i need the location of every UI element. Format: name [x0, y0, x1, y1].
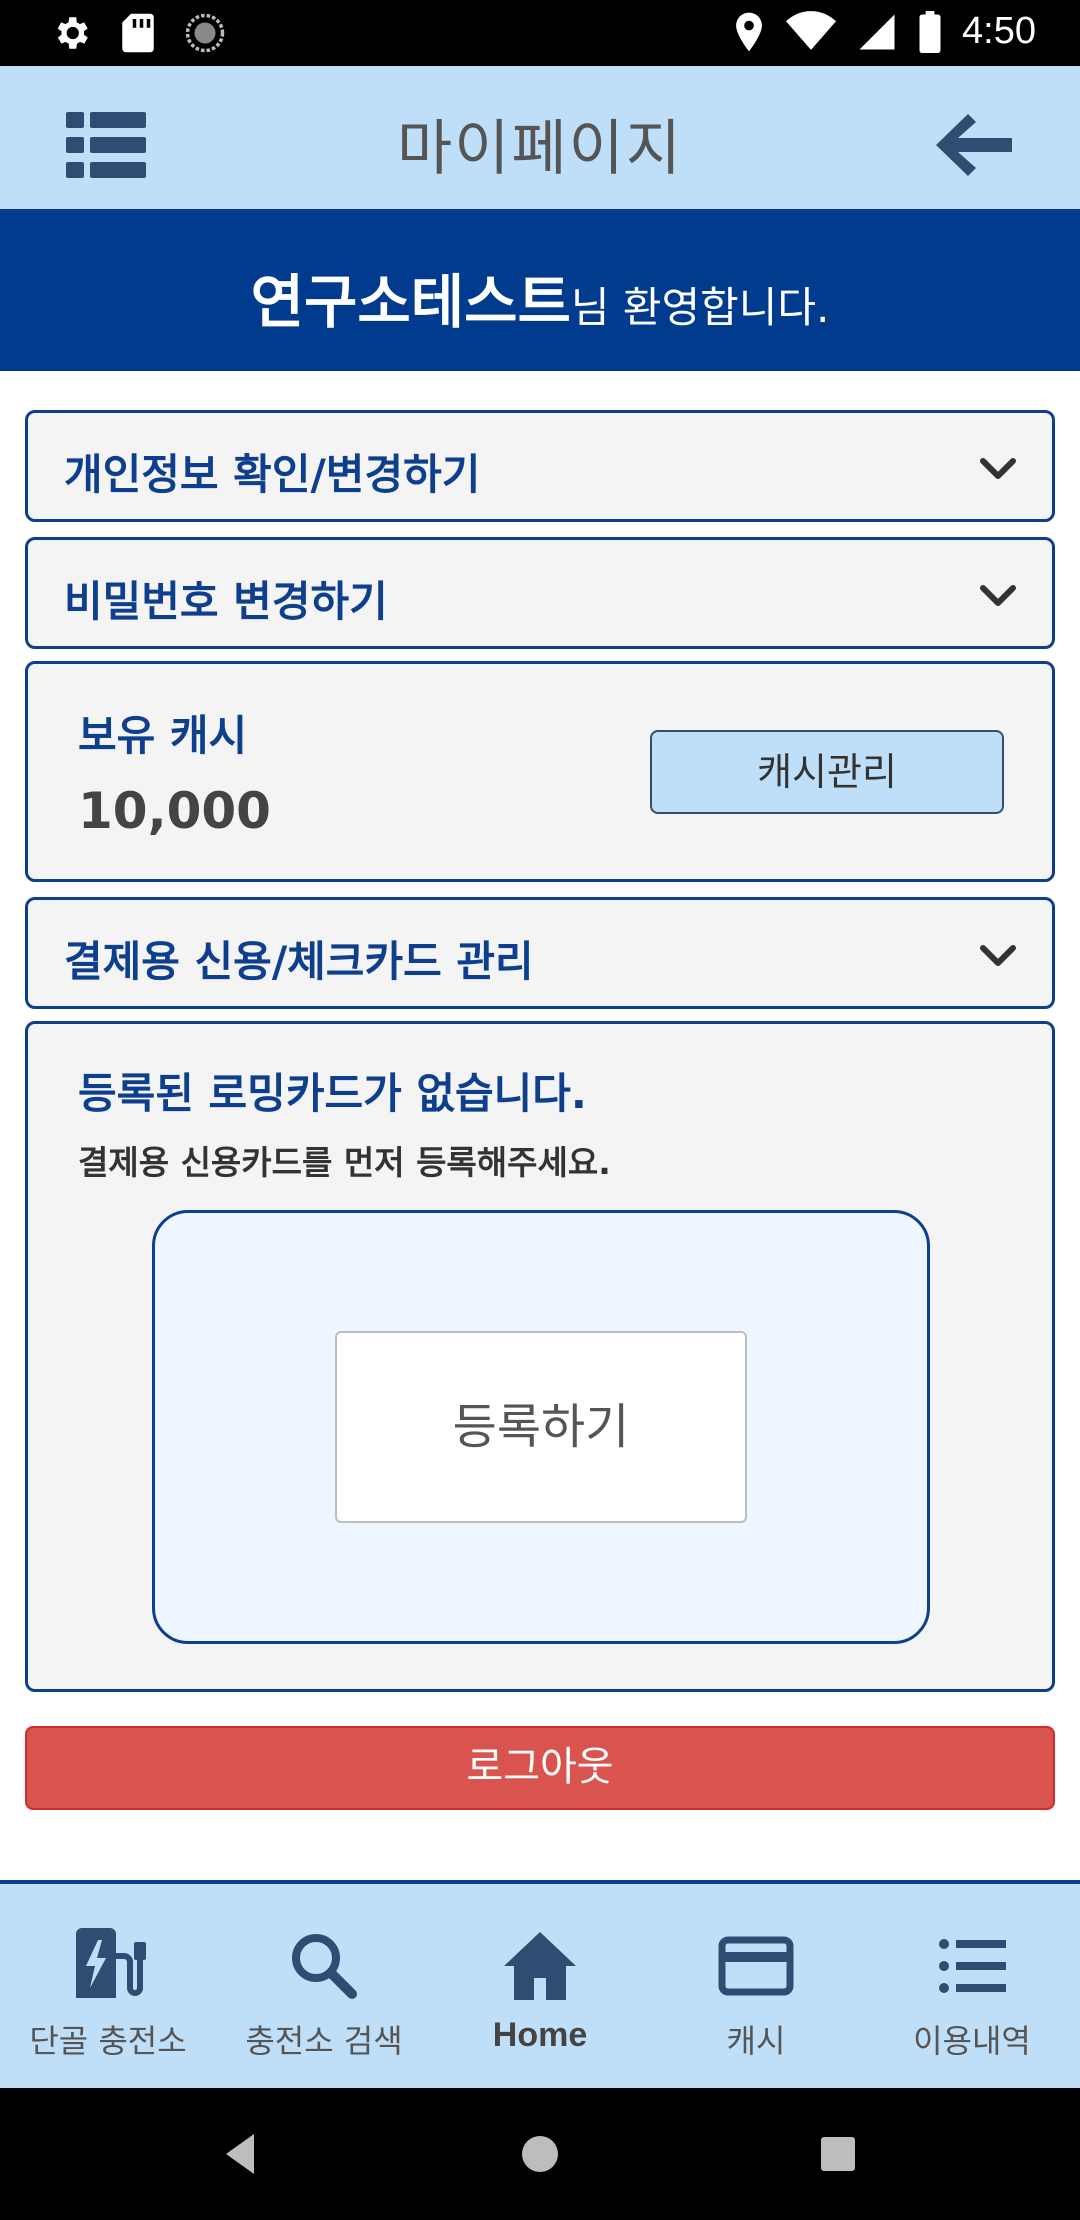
nav-label: 충전소 검색 — [245, 2022, 403, 2060]
signal-icon — [859, 14, 895, 49]
nav-label: 단골 충전소 — [29, 2022, 187, 2060]
system-nav-bar — [0, 2088, 1080, 2220]
accordion-password-label: 비밀번호 변경하기 — [64, 577, 388, 626]
cash-panel: 보유 캐시 10,000 캐시관리 — [25, 661, 1055, 882]
home-icon — [504, 1932, 576, 2000]
nav-item-favorite-stations[interactable]: 단골 충전소 — [0, 1884, 216, 2088]
accordion-card-manage[interactable]: 결제용 신용/체크카드 관리 — [25, 897, 1055, 1009]
accordion-card-manage-label: 결제용 신용/체크카드 관리 — [64, 937, 534, 986]
wifi-icon — [786, 10, 837, 50]
sd-card-icon — [122, 13, 154, 53]
accordion-personal-info-label: 개인정보 확인/변경하기 — [64, 450, 481, 499]
logout-button[interactable]: 로그아웃 — [25, 1726, 1055, 1810]
roaming-empty-subtitle: 결제용 신용카드를 먼저 등록해주세요. — [78, 1143, 611, 1182]
cash-title: 보유 캐시 — [78, 711, 248, 760]
nav-label: 캐시 — [726, 2022, 786, 2060]
page-title: 마이페이지 — [397, 114, 683, 184]
nav-item-home[interactable]: Home — [432, 1884, 648, 2088]
roaming-card-panel: 등록된 로밍카드가 없습니다. 결제용 신용카드를 먼저 등록해주세요. 등록하… — [25, 1021, 1055, 1692]
register-button[interactable]: 등록하기 — [335, 1331, 747, 1523]
cash-manage-button[interactable]: 캐시관리 — [650, 730, 1004, 814]
welcome-banner: 연구소테스트님 환영합니다. — [0, 213, 1080, 371]
chevron-down-icon — [980, 458, 1016, 479]
user-name: 연구소테스트 — [250, 268, 571, 336]
nav-item-cash[interactable]: 캐시 — [648, 1884, 864, 2088]
credit-card-icon — [718, 1936, 794, 1996]
nav-label: Home — [492, 2016, 588, 2054]
recents-square-icon[interactable] — [812, 2128, 864, 2180]
list-icon — [939, 1939, 1006, 1993]
chevron-down-icon — [980, 585, 1016, 606]
location-icon — [736, 12, 762, 51]
register-area: 등록하기 — [152, 1210, 930, 1644]
nav-item-search-stations[interactable]: 충전소 검색 — [216, 1884, 432, 2088]
ev-charger-icon — [76, 1928, 146, 1998]
chevron-down-icon — [980, 945, 1016, 966]
nav-item-history[interactable]: 이용내역 — [864, 1884, 1080, 2088]
nav-label: 이용내역 — [913, 2022, 1031, 2060]
status-time: 4:50 — [962, 10, 1036, 52]
status-left-icons — [50, 12, 226, 54]
accordion-password[interactable]: 비밀번호 변경하기 — [25, 537, 1055, 649]
app-header: 마이페이지 — [0, 66, 1080, 213]
back-triangle-icon[interactable] — [216, 2128, 268, 2180]
status-bar: 4:50 — [0, 0, 1080, 66]
home-circle-icon[interactable] — [514, 2128, 566, 2180]
accordion-personal-info[interactable]: 개인정보 확인/변경하기 — [25, 410, 1055, 522]
search-icon — [292, 1934, 357, 1999]
bottom-nav: 단골 충전소 충전소 검색 Home 캐시 이용내역 — [0, 1880, 1080, 2088]
welcome-text: 님 환영합니다. — [570, 283, 830, 332]
settings-icon — [57, 17, 88, 49]
battery-icon — [919, 10, 941, 53]
sync-icon — [185, 13, 225, 53]
cash-amount: 10,000 — [78, 782, 271, 840]
arrow-left-icon[interactable] — [932, 110, 1016, 180]
status-right-icons: 4:50 — [732, 10, 1036, 53]
roaming-empty-title: 등록된 로밍카드가 없습니다. — [78, 1069, 587, 1118]
